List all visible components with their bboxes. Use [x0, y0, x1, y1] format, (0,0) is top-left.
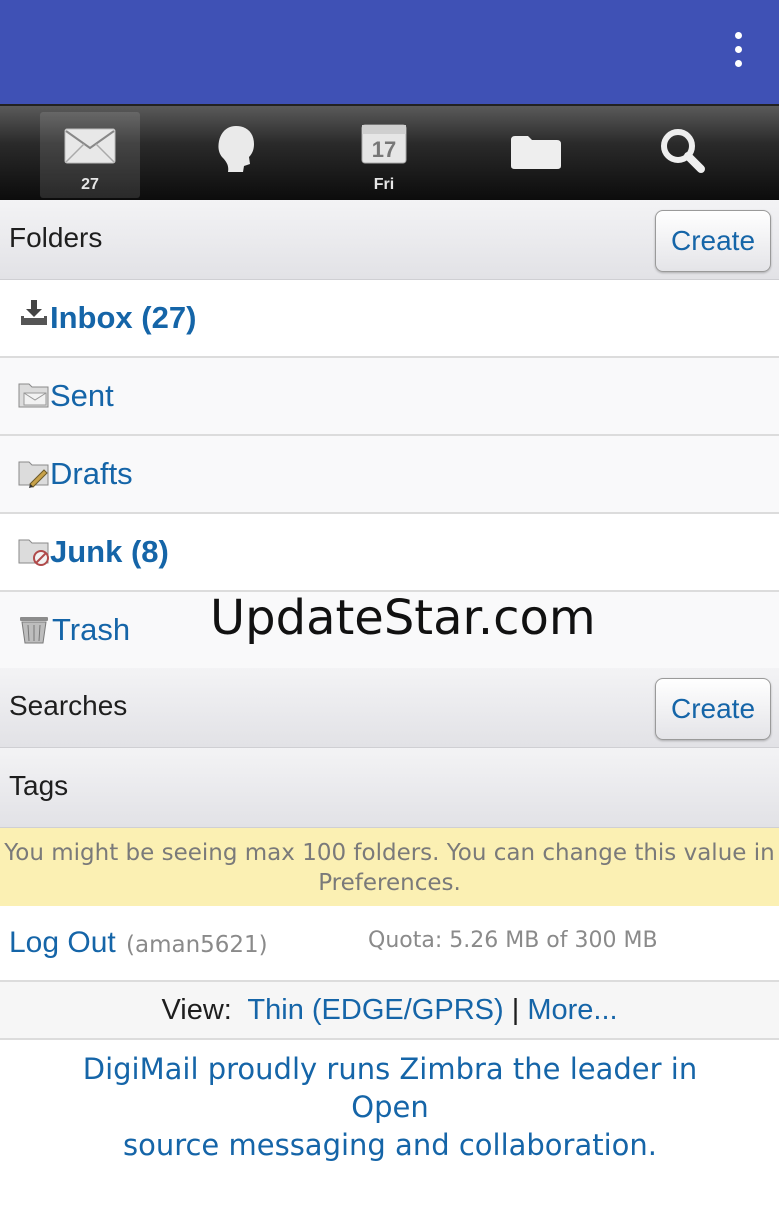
create-folder-button[interactable]: Create: [655, 210, 771, 272]
account-row: Log Out (aman5621) Quota: 5.26 MB of 300…: [0, 906, 779, 982]
create-search-button[interactable]: Create: [655, 678, 771, 740]
folder-label-junk: Junk (8): [50, 534, 169, 569]
folder-item-inbox[interactable]: Inbox (27): [0, 280, 779, 358]
folder-label-drafts: Drafts: [50, 456, 133, 491]
calendar-day-label: Fri: [373, 176, 395, 193]
folder-item-junk[interactable]: Junk (8): [0, 514, 779, 592]
folder-label-inbox: Inbox (27): [50, 300, 197, 335]
footer-line-1: DigiMail proudly runs Zimbra the leader …: [82, 1052, 698, 1124]
footer-line-2: source messaging and collaboration.: [122, 1128, 658, 1162]
view-label: View:: [161, 994, 232, 1026]
quota-text: Quota: 5.26 MB of 300 MB: [368, 928, 658, 953]
notice-line-1: You might be seeing max 100 folders. You…: [4, 840, 775, 866]
searches-header: Searches Create: [0, 668, 779, 748]
toolbar-briefcase-button[interactable]: [486, 112, 586, 198]
folder-label-sent: Sent: [50, 378, 114, 413]
more-vert-icon[interactable]: [727, 30, 749, 70]
folder-item-drafts[interactable]: Drafts: [0, 436, 779, 514]
trash-icon: [20, 617, 48, 644]
view-separator: |: [511, 994, 520, 1026]
drafts-folder-icon: [18, 461, 49, 488]
footer-text: DigiMail proudly runs Zimbra the leader …: [40, 1050, 740, 1164]
calendar-day-number: 17: [371, 137, 397, 162]
logout-link[interactable]: Log Out: [9, 926, 116, 960]
inbox-download-icon: [21, 300, 47, 325]
envelope-icon: [64, 128, 116, 164]
view-selector: View: Thin (EDGE/GPRS) | More...: [0, 982, 779, 1040]
watermark-text: UpdateStar.com: [210, 590, 596, 646]
account-username: (aman5621): [126, 932, 268, 958]
toolbar-search-button[interactable]: [632, 112, 732, 198]
unread-count: 27: [81, 176, 99, 193]
junk-folder-icon: [18, 539, 49, 566]
toolbar-contacts-button[interactable]: [186, 112, 286, 198]
sent-folder-icon: [18, 383, 49, 408]
folder-item-sent[interactable]: Sent: [0, 358, 779, 436]
folder-limit-notice: You might be seeing max 100 folders. You…: [0, 828, 779, 906]
searches-title: Searches: [9, 690, 128, 721]
folder-label-trash: Trash: [52, 612, 131, 647]
tags-title: Tags: [9, 770, 69, 801]
app-bar: [0, 0, 779, 104]
folders-title: Folders: [9, 222, 103, 253]
search-icon: [661, 129, 705, 173]
toolbar-mail-button[interactable]: 27: [40, 112, 140, 198]
folder-icon: [511, 136, 561, 169]
tags-header: Tags: [0, 748, 779, 828]
notice-line-2: Preferences.: [318, 870, 461, 896]
app-toolbar: 27 17 Fri: [0, 104, 779, 200]
contact-head-icon: [218, 126, 254, 172]
toolbar-calendar-button[interactable]: 17 Fri: [334, 112, 434, 198]
folders-header: Folders Create: [0, 200, 779, 280]
view-more-link[interactable]: More...: [527, 994, 617, 1026]
view-thin-link[interactable]: Thin (EDGE/GPRS): [247, 994, 503, 1026]
